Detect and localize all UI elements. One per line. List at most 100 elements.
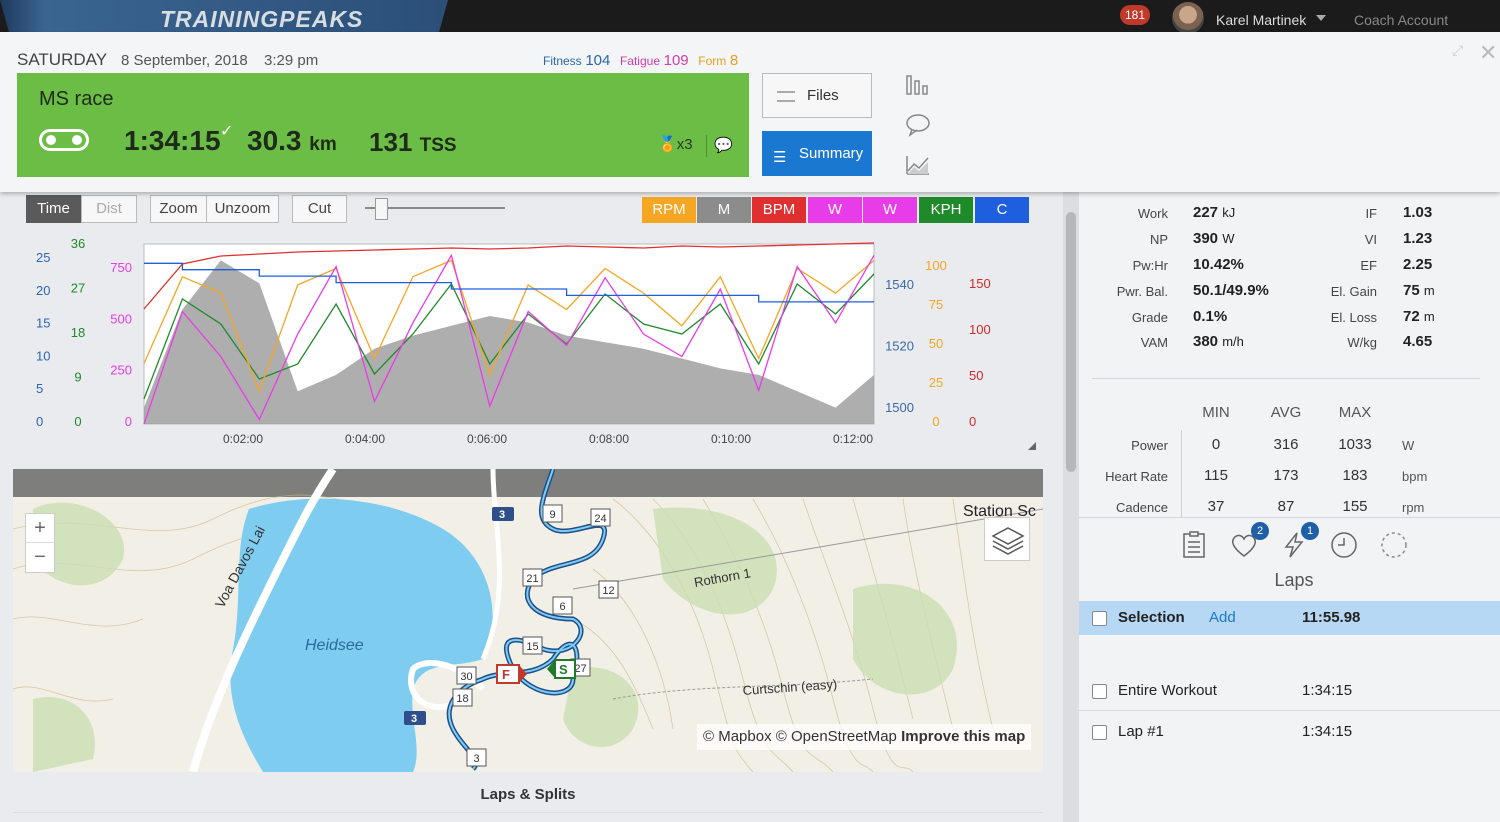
add-lap-link[interactable]: Add xyxy=(1209,609,1236,626)
lap-marker-label: 12 xyxy=(602,585,614,597)
lap-time: 1:34:15 xyxy=(1302,723,1353,740)
stat-number: 10.42% xyxy=(1193,256,1244,273)
metric-max: 1033 xyxy=(1338,436,1372,453)
x-tick-label: 0:08:00 xyxy=(589,432,629,446)
metric-max: 155 xyxy=(1342,498,1368,515)
time-axis-toggle[interactable]: Time xyxy=(26,195,81,223)
channel-toggle-m[interactable]: M xyxy=(697,197,751,223)
smoothing-slider-handle[interactable] xyxy=(375,198,388,220)
lap-row-lap-1[interactable]: Lap #1 1:34:15 xyxy=(1079,715,1500,749)
lap-marker-6[interactable]: 6 xyxy=(552,596,573,615)
distance-axis-toggle[interactable]: Dist xyxy=(81,195,137,223)
comments-icon[interactable]: 💬 xyxy=(714,136,733,154)
lap-marker-12[interactable]: 12 xyxy=(598,580,619,599)
panel-scrollbar[interactable] xyxy=(1063,192,1079,822)
lap-checkbox[interactable] xyxy=(1092,684,1107,699)
axis-tick-label: 50 xyxy=(969,368,983,383)
avg-header: AVG xyxy=(1270,404,1302,421)
lap-time: 11:55.98 xyxy=(1302,609,1361,626)
lap-marker-label: 15 xyxy=(526,641,538,653)
distance-unit: km xyxy=(309,134,337,155)
metric-min: 115 xyxy=(1204,467,1228,484)
lap-marker-18[interactable]: 18 xyxy=(452,688,473,707)
channel-toggle-rpm[interactable]: RPM xyxy=(642,197,696,223)
notification-badge[interactable]: 181 xyxy=(1120,5,1151,25)
list-icon: ☰ xyxy=(773,149,787,166)
stat-number: 2.25 xyxy=(1403,256,1433,273)
files-button[interactable]: Files xyxy=(762,73,872,118)
workout-time: 3:29 pm xyxy=(264,52,319,69)
stat-unit: m xyxy=(1423,283,1435,298)
lap-row-selection[interactable]: Selection Add 11:55.98 xyxy=(1079,601,1500,635)
chevron-down-icon[interactable] xyxy=(1316,15,1326,21)
analysis-chart-icon[interactable] xyxy=(904,152,932,178)
comment-icon[interactable] xyxy=(904,112,932,138)
user-name[interactable]: Karel Martinek xyxy=(1216,12,1306,28)
clock-icon[interactable] xyxy=(1329,530,1359,560)
zoom-in-button[interactable]: + xyxy=(26,514,54,543)
lap-marker-21[interactable]: 21 xyxy=(522,568,543,587)
scrollbar-thumb[interactable] xyxy=(1066,212,1076,472)
notes-icon[interactable] xyxy=(1179,530,1209,560)
x-tick-label: 0:06:00 xyxy=(467,432,507,446)
workout-title[interactable]: MS race xyxy=(39,88,113,111)
channel-toggle-bpm[interactable]: BPM xyxy=(752,197,806,223)
summary-button[interactable]: ☰ Summary xyxy=(762,131,872,176)
lap-marker-15[interactable]: 15 xyxy=(522,636,543,655)
lap-marker-3[interactable]: 3 xyxy=(466,748,487,767)
lap-row-entire-workout[interactable]: Entire Workout 1:34:15 xyxy=(1079,674,1500,708)
finish-marker-label: F xyxy=(502,667,510,682)
metric-avg: 316 xyxy=(1273,436,1299,453)
lap-marker-label: 9 xyxy=(549,509,555,521)
lap-marker-label: 21 xyxy=(526,573,538,585)
lap-marker-9[interactable]: 9 xyxy=(542,504,563,523)
axis-tick-label: 1500 xyxy=(885,400,914,415)
divider xyxy=(706,135,707,157)
workout-header: SATURDAY 8 September, 2018 3:29 pm Fitne… xyxy=(0,32,1500,192)
cut-button[interactable]: Cut xyxy=(292,195,347,223)
metric-label: Heart Rate xyxy=(1105,469,1168,484)
trainingpeaks-logo[interactable]: TRAININGPEAKS xyxy=(160,6,363,33)
workout-tss: 131 TSS xyxy=(369,127,457,158)
stat-value: 72 m xyxy=(1403,308,1435,325)
map-zoom-controls: + − xyxy=(25,513,55,573)
mapbox-credit[interactable]: © Mapbox xyxy=(703,728,772,745)
bar-chart-icon[interactable] xyxy=(904,72,932,98)
metric-label: Cadence xyxy=(1115,500,1168,515)
x-tick-label: 0:10:00 xyxy=(711,432,751,446)
osm-credit[interactable]: © OpenStreetMap xyxy=(776,728,897,745)
laps-splits-heading[interactable]: Laps & Splits xyxy=(13,786,1043,803)
axis-tick-label: 25 xyxy=(36,250,50,265)
unzoom-button[interactable]: Unzoom xyxy=(206,195,279,223)
lap-marker-24[interactable]: 24 xyxy=(590,508,611,527)
channel-toggle-c[interactable]: C xyxy=(975,197,1029,223)
lake-label: Heidsee xyxy=(305,637,364,654)
stat-value: 50.1/49.9% xyxy=(1193,282,1269,299)
medal-count[interactable]: 🏅x3 xyxy=(658,135,693,153)
channel-toggle-kph[interactable]: KPH xyxy=(919,197,973,223)
close-icon[interactable]: ✕ xyxy=(1479,40,1497,66)
axis-tick-label: 250 xyxy=(110,363,132,378)
form-value: 8 xyxy=(729,52,739,69)
coach-account-link[interactable]: Coach Account xyxy=(1354,12,1448,28)
axis-tick-label: 15 xyxy=(36,316,50,331)
channel-toggle-w-2[interactable]: W xyxy=(863,197,917,223)
axis-tick-label: 10 xyxy=(36,348,50,363)
zoom-button[interactable]: Zoom xyxy=(150,195,207,223)
metric-unit: bpm xyxy=(1402,469,1428,484)
channel-toggle-w[interactable]: W xyxy=(808,197,862,223)
improve-map-link[interactable]: Improve this map xyxy=(901,728,1025,745)
stat-label: W/kg xyxy=(1347,335,1377,350)
lap-marker-30[interactable]: 30 xyxy=(456,666,477,685)
stat-unit: kJ xyxy=(1222,205,1236,220)
avatar[interactable] xyxy=(1172,2,1204,34)
expand-icon[interactable]: ⤢ xyxy=(1452,42,1463,59)
lap-checkbox[interactable] xyxy=(1092,611,1107,626)
zoom-out-button[interactable]: − xyxy=(26,543,54,572)
dashed-circle-icon[interactable] xyxy=(1379,530,1409,560)
workout-chart[interactable]: 2520151050362718907505002500154015201500… xyxy=(14,228,1044,454)
map-layers-button[interactable] xyxy=(984,517,1030,561)
stat-number: 1.03 xyxy=(1403,204,1433,221)
files-icon xyxy=(777,91,795,102)
lap-checkbox[interactable] xyxy=(1092,725,1107,740)
